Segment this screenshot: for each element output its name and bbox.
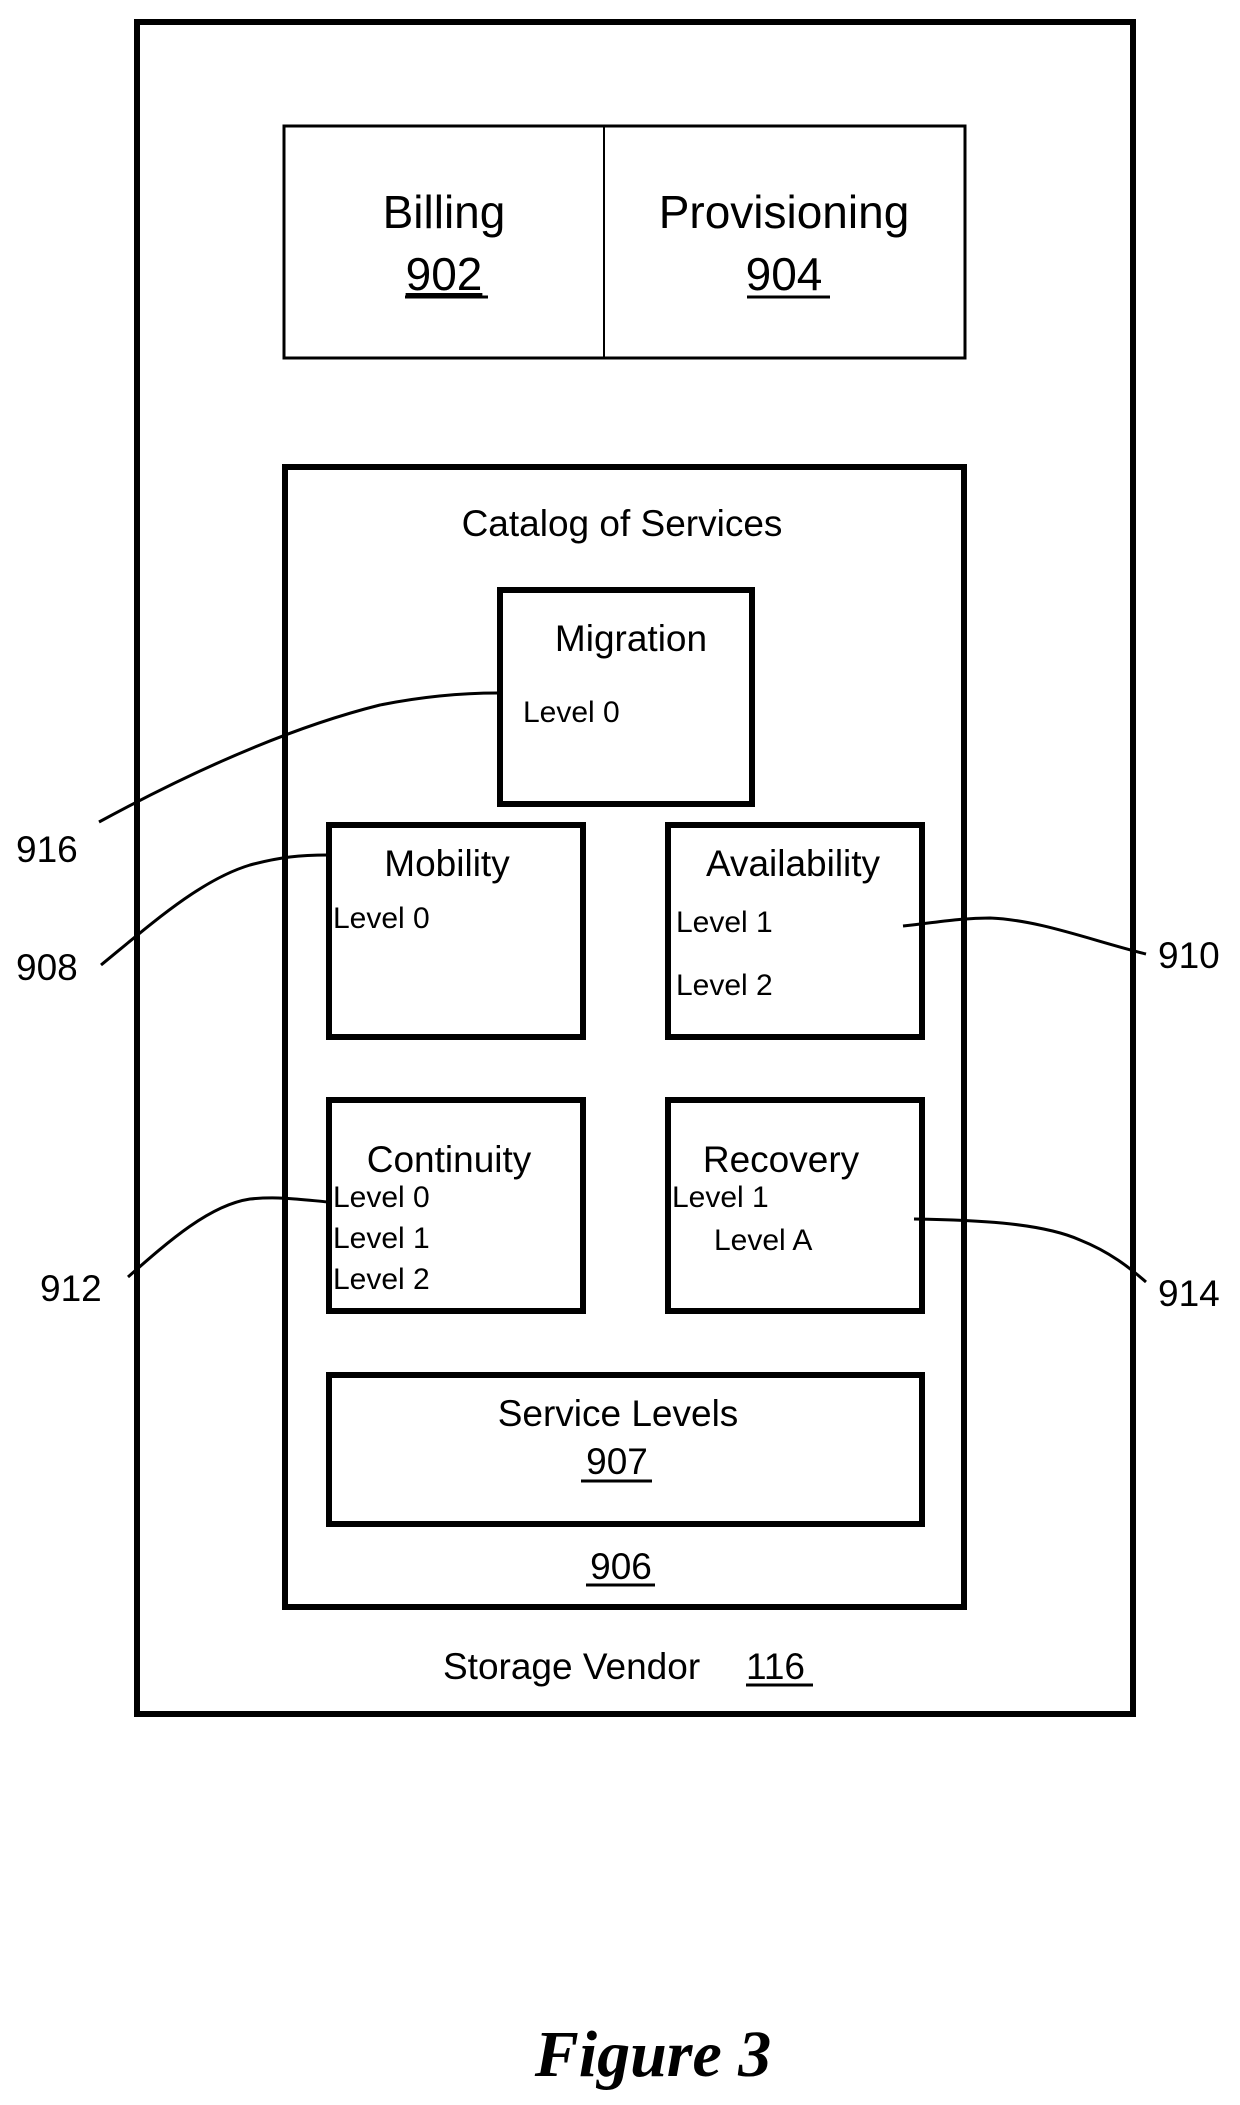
leader-line-916: [98, 691, 499, 824]
provisioning-label: Provisioning: [659, 186, 910, 238]
mobility-level: Level 0: [333, 902, 430, 935]
continuity-level-0: Level 0: [333, 1181, 430, 1214]
service-levels-label: Service Levels: [498, 1393, 739, 1434]
patent-figure: Billing 902 Provisioning 904 Catalog of …: [16, 19, 1220, 2091]
continuity-level-2: Level 2: [333, 1263, 430, 1296]
availability-level-2: Level 2: [676, 969, 773, 1002]
billing-label: Billing: [383, 186, 506, 238]
mobility-title: Mobility: [384, 843, 510, 884]
ref-916: 916: [16, 829, 78, 870]
catalog-title: Catalog of Services: [462, 503, 783, 544]
ref-914: 914: [1158, 1273, 1220, 1314]
availability-level-1: Level 1: [676, 906, 773, 939]
recovery-title: Recovery: [703, 1139, 860, 1180]
service-levels-ref: 907: [586, 1441, 648, 1482]
figure-caption: Figure 3: [534, 2018, 772, 2091]
catalog-ref: 906: [590, 1546, 652, 1587]
ref-908: 908: [16, 947, 78, 988]
leader-line-914: [913, 1217, 1147, 1284]
leader-line-912: [127, 1196, 329, 1279]
provisioning-ref: 904: [746, 248, 823, 300]
storage-vendor-ref: 116: [746, 1646, 805, 1687]
storage-vendor-label: Storage Vendor: [443, 1646, 700, 1687]
billing-ref: 902: [406, 248, 483, 300]
migration-level: Level 0: [523, 696, 620, 729]
availability-title: Availability: [706, 843, 881, 884]
billing-provisioning-box: [282, 124, 967, 360]
continuity-level-1: Level 1: [333, 1222, 430, 1255]
recovery-level-a: Level A: [714, 1224, 812, 1257]
migration-title: Migration: [555, 618, 707, 659]
ref-910: 910: [1158, 935, 1220, 976]
recovery-level-1: Level 1: [672, 1181, 769, 1214]
ref-912: 912: [40, 1268, 102, 1309]
leader-line-910: [902, 916, 1147, 956]
continuity-title: Continuity: [367, 1139, 532, 1180]
